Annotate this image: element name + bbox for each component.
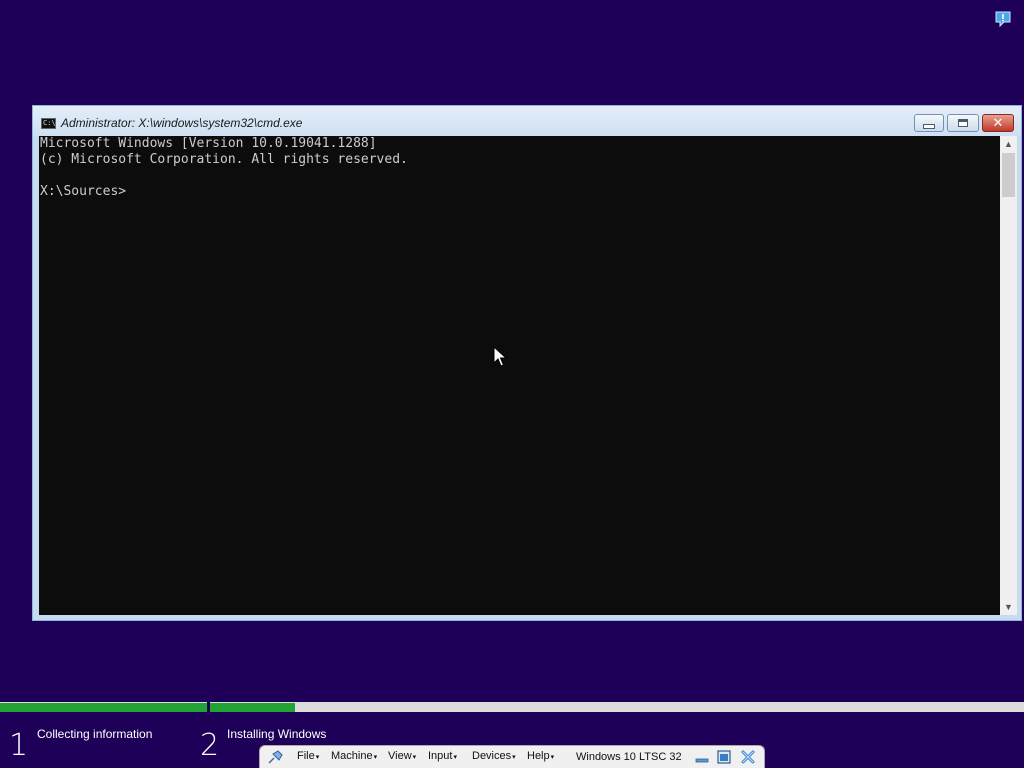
chevron-down-icon: ▾ bbox=[412, 754, 417, 761]
window-title: Administrator: X:\windows\system32\cmd.e… bbox=[61, 116, 303, 130]
chevron-down-icon: ▾ bbox=[453, 754, 457, 761]
menu-file-label: File bbox=[297, 750, 315, 762]
menu-machine[interactable]: Machine▾ bbox=[331, 750, 377, 762]
menu-input[interactable]: Input▾ bbox=[428, 750, 457, 762]
menu-input-label: Input bbox=[428, 750, 453, 762]
scroll-down-icon[interactable]: ▼ bbox=[1000, 599, 1017, 615]
chevron-down-icon: ▾ bbox=[512, 754, 516, 761]
menu-file[interactable]: File▾ bbox=[297, 750, 319, 762]
minimize-icon bbox=[923, 123, 935, 129]
vbox-mini-toolbar: File▾ Machine▾ View▾ Input▾ Devices▾ Hel… bbox=[259, 745, 765, 768]
close-vm-icon[interactable] bbox=[740, 749, 756, 765]
console-line: Microsoft Windows [Version 10.0.19041.12… bbox=[40, 136, 377, 151]
minimize-vm-icon[interactable] bbox=[694, 749, 710, 765]
console-output[interactable]: Microsoft Windows [Version 10.0.19041.12… bbox=[39, 136, 1000, 615]
scroll-up-icon[interactable]: ▲ bbox=[1000, 136, 1017, 152]
cmd-window: C:\ Administrator: X:\windows\system32\c… bbox=[32, 105, 1022, 621]
chevron-down-icon: ▾ bbox=[315, 754, 320, 761]
menu-machine-label: Machine bbox=[331, 750, 373, 762]
vm-name: Windows 10 LTSC 32 bbox=[576, 751, 682, 763]
mouse-cursor-icon bbox=[493, 346, 507, 367]
menu-help[interactable]: Help▾ bbox=[527, 750, 554, 762]
cmd-app-icon[interactable]: C:\ bbox=[41, 118, 56, 129]
command-prompt[interactable]: X:\Sources> bbox=[40, 184, 999, 200]
menu-view-label: View bbox=[388, 750, 412, 762]
minimize-button[interactable] bbox=[914, 114, 944, 132]
maximize-icon bbox=[958, 119, 968, 127]
step1-number: 1 bbox=[9, 728, 29, 763]
pin-icon[interactable] bbox=[266, 749, 284, 765]
chevron-down-icon: ▾ bbox=[373, 754, 378, 761]
step2-label: Installing Windows bbox=[227, 727, 327, 741]
scroll-thumb[interactable] bbox=[1002, 153, 1015, 197]
menu-view[interactable]: View▾ bbox=[388, 750, 416, 762]
menu-devices-label: Devices bbox=[472, 750, 512, 762]
vertical-scrollbar[interactable]: ▲ ▼ bbox=[1000, 136, 1017, 615]
step2-progress-bar bbox=[210, 703, 295, 712]
step1-label: Collecting information bbox=[37, 727, 153, 741]
close-icon: ✕ bbox=[992, 115, 1004, 131]
title-bar[interactable]: C:\ Administrator: X:\windows\system32\c… bbox=[33, 106, 1021, 136]
exit-fullscreen-icon[interactable] bbox=[716, 749, 732, 765]
chevron-down-icon: ▾ bbox=[550, 754, 555, 761]
menu-devices[interactable]: Devices▾ bbox=[472, 750, 516, 762]
feedback-icon[interactable] bbox=[995, 11, 1011, 27]
close-button[interactable]: ✕ bbox=[982, 114, 1014, 132]
step1-progress-bar bbox=[0, 703, 207, 712]
step2-number: 2 bbox=[200, 728, 220, 763]
maximize-button[interactable] bbox=[947, 114, 979, 132]
console-line: (c) Microsoft Corporation. All rights re… bbox=[40, 152, 408, 167]
menu-help-label: Help bbox=[527, 750, 550, 762]
